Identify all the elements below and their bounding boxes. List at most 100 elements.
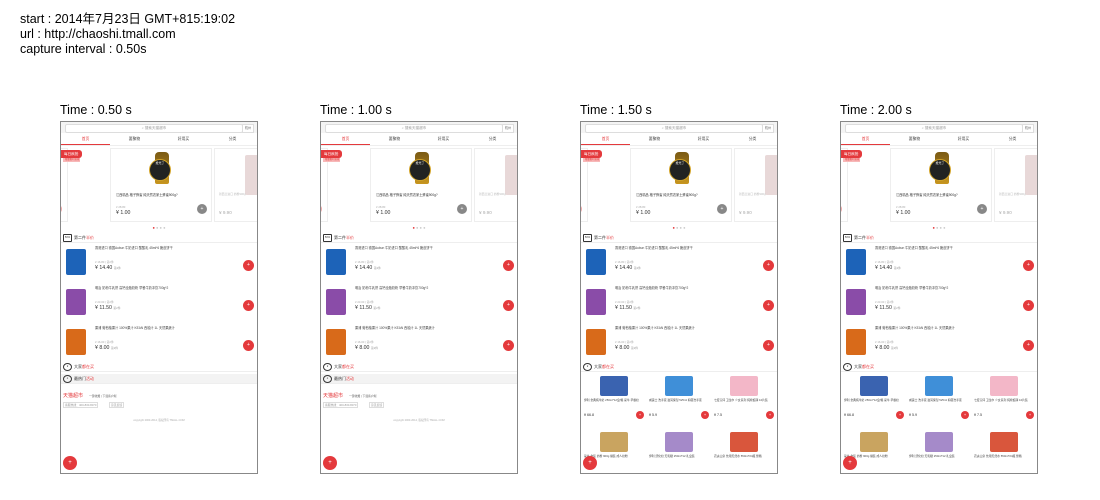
tab-item[interactable]: 好用买 — [419, 134, 468, 145]
deal-card-next[interactable]: 新西兰进口 奶粉900g ¥ 9.90 — [214, 148, 257, 222]
list-item[interactable]: 香港进口 德国Aubun 牛奶进口 酸酸乳 45ml*6 脆皮饼干 ¥ 16.8… — [841, 244, 1037, 280]
list-item[interactable]: 果浦 葡萄柚果汁 100%果汁 KEAN 西柚汁 1L 天然果蔬汁 ¥ 16.0… — [321, 324, 517, 360]
list-item[interactable]: 果浦 葡萄柚果汁 100%果汁 KEAN 西柚汁 1L 天然果蔬汁 ¥ 16.0… — [61, 324, 257, 360]
carousel-dots[interactable]: ● ● ● ● — [841, 226, 1037, 230]
cart-icon[interactable]: + — [763, 300, 774, 311]
grid-item[interactable]: 伊利 舒化奶 无乳糖 250ml*12 礼盒装 — [907, 430, 971, 473]
cart-icon[interactable]: + — [1023, 340, 1034, 351]
cart-icon[interactable]: + — [896, 411, 904, 419]
cart-icon[interactable]: + — [321, 204, 322, 214]
cart-icon[interactable]: + — [1023, 260, 1034, 271]
grid-item[interactable]: 农夫山泉 饮用天然水 550ml*24瓶 整箱 — [712, 430, 776, 473]
deal-carousel[interactable]: + 每日疯抢 限量限时疯抢 抢光了 江西精品 格子蜂蜜 纯天然农家土蜂蜜900g… — [581, 148, 777, 224]
tab-item[interactable]: 分类 — [988, 134, 1037, 145]
deal-carousel[interactable]: + 每日疯抢 限量限时疯抢 抢光了 江西精品 格子蜂蜜 纯天然农家土蜂蜜900g… — [321, 148, 517, 224]
tab-item[interactable]: 好用买 — [679, 134, 728, 145]
deal-card[interactable]: 抢光了 江西精品 格子蜂蜜 纯天然农家土蜂蜜900g? ¥ 28.80 ¥ 1.… — [370, 148, 472, 222]
list-item[interactable]: 香港进口 德国Aubun 牛奶进口 酸酸乳 45ml*6 脆皮饼干 ¥ 16.8… — [321, 244, 517, 280]
cart-icon[interactable]: + — [1023, 300, 1034, 311]
footer-links[interactable]: 一键收藏 | 下载客户端 — [89, 394, 116, 398]
grid-item[interactable]: 威露士 洗手液 滋润保湿 525ml 抑菌洗手液 ¥ 5.9 + — [647, 374, 711, 424]
footer-feedback[interactable]: 意见反馈 — [109, 402, 125, 408]
deal-card-next[interactable]: 新西兰进口 奶粉900g ¥ 9.90 — [734, 148, 777, 222]
search-input[interactable]: ⌕ 搜索天猫超市 — [65, 124, 243, 133]
location-button[interactable]: 杭州 — [242, 124, 254, 133]
footer-links[interactable]: 一键收藏 | 下载客户端 — [349, 394, 376, 398]
carousel-dots[interactable]: ● ● ● ● — [321, 226, 517, 230]
cart-icon[interactable]: + — [701, 411, 709, 419]
cart-icon[interactable]: + — [581, 204, 582, 214]
deal-card[interactable]: 抢光了 江西精品 格子蜂蜜 纯天然农家土蜂蜜900g? ¥ 28.80 ¥ 1.… — [890, 148, 992, 222]
cart-icon[interactable]: + — [243, 300, 254, 311]
location-button[interactable]: 杭州 — [1022, 124, 1034, 133]
item-name: 明治 奶粉牛乳饼 高钙全脂奶粉 早餐牛奶冲饮700g*2 — [355, 286, 429, 290]
list-item[interactable]: 果浦 葡萄柚果汁 100%果汁 KEAN 西柚汁 1L 天然果蔬汁 ¥ 16.0… — [581, 324, 777, 360]
tab-item[interactable]: 要聚物 — [110, 134, 159, 145]
footer-phone[interactable]: 客服热线：400-830-8070 — [63, 402, 99, 408]
tab-item[interactable]: 好用买 — [939, 134, 988, 145]
grid-item[interactable]: 七度空间 卫生巾 少女系列 纯棉超薄 10片装 ¥ 7.5 + — [712, 374, 776, 424]
grid-item[interactable]: 伊利 金典纯牛奶 250ml*12盒/箱 蒙牛 早餐奶 ¥ 66.8 + — [842, 374, 906, 424]
floating-cart-button[interactable]: + — [583, 456, 597, 470]
search-input[interactable]: ⌕ 搜索天猫超市 — [845, 124, 1023, 133]
deal-card-next[interactable]: 新西兰进口 奶粉900g ¥ 9.90 — [994, 148, 1037, 222]
list-item[interactable]: 香港进口 德国Aubun 牛奶进口 酸酸乳 45ml*6 脆皮饼干 ¥ 16.8… — [61, 244, 257, 280]
cart-icon[interactable]: + — [243, 260, 254, 271]
tab-item[interactable]: 分类 — [468, 134, 517, 145]
item-name: 明治 奶粉牛乳饼 高钙全脂奶粉 早餐牛奶冲饮700g*2 — [615, 286, 689, 290]
cart-icon[interactable]: + — [717, 204, 727, 214]
deal-card[interactable]: 抢光了 江西精品 格子蜂蜜 纯天然农家土蜂蜜900g? ¥ 28.80 ¥ 1.… — [110, 148, 212, 222]
tab-item[interactable]: 首页 — [841, 134, 890, 145]
cart-icon[interactable]: + — [197, 204, 207, 214]
cart-icon[interactable]: + — [503, 260, 514, 271]
grid-item[interactable]: 伊利 金典纯牛奶 250ml*12盒/箱 蒙牛 早餐奶 ¥ 66.8 + — [582, 374, 646, 424]
cart-icon[interactable]: + — [243, 340, 254, 351]
cart-icon[interactable]: + — [503, 340, 514, 351]
search-input[interactable]: ⌕ 搜索天猫超市 — [585, 124, 763, 133]
list-item[interactable]: 明治 奶粉牛乳饼 高钙全脂奶粉 早餐牛奶冲饮700g*2 ¥ 23.00 | 第… — [61, 284, 257, 320]
cart-icon[interactable]: + — [1026, 411, 1034, 419]
tab-item[interactable]: 分类 — [728, 134, 777, 145]
deal-card-next[interactable]: 新西兰进口 奶粉900g ¥ 9.90 — [474, 148, 517, 222]
list-item[interactable]: 香港进口 德国Aubun 牛奶进口 酸酸乳 45ml*6 脆皮饼干 ¥ 16.8… — [581, 244, 777, 280]
cart-icon[interactable]: + — [961, 411, 969, 419]
search-input[interactable]: ⌕ 搜索天猫超市 — [325, 124, 503, 133]
cart-icon[interactable]: + — [61, 204, 62, 214]
tab-item[interactable]: 要聚物 — [630, 134, 679, 145]
location-button[interactable]: 杭州 — [502, 124, 514, 133]
cart-icon[interactable]: + — [763, 340, 774, 351]
cart-icon[interactable]: + — [766, 411, 774, 419]
tab-item[interactable]: 首页 — [321, 134, 370, 145]
floating-cart-button[interactable]: + — [323, 456, 337, 470]
deal-carousel[interactable]: + 每日疯抢 限量限时疯抢 抢光了 江西精品 格子蜂蜜 纯天然农家土蜂蜜900g… — [61, 148, 257, 224]
cart-icon[interactable]: + — [636, 411, 644, 419]
cart-icon[interactable]: + — [503, 300, 514, 311]
grid-item[interactable]: 农夫山泉 饮用天然水 550ml*24瓶 整箱 — [972, 430, 1036, 473]
list-item[interactable]: 明治 奶粉牛乳饼 高钙全脂奶粉 早餐牛奶冲饮700g*2 ¥ 23.00 | 第… — [321, 284, 517, 320]
floating-cart-button[interactable]: + — [843, 456, 857, 470]
tab-item[interactable]: 分类 — [208, 134, 257, 145]
list-item[interactable]: 果浦 葡萄柚果汁 100%果汁 KEAN 西柚汁 1L 天然果蔬汁 ¥ 16.0… — [841, 324, 1037, 360]
footer-phone[interactable]: 客服热线：400-830-8070 — [323, 402, 359, 408]
cart-icon[interactable]: + — [841, 204, 842, 214]
list-item[interactable]: 明治 奶粉牛乳饼 高钙全脂奶粉 早餐牛奶冲饮700g*2 ¥ 23.00 | 第… — [581, 284, 777, 320]
tab-item[interactable]: 要聚物 — [370, 134, 419, 145]
grid-item[interactable]: 伊利 舒化奶 无乳糖 250ml*12 礼盒装 — [647, 430, 711, 473]
deal-carousel[interactable]: + 每日疯抢 限量限时疯抢 抢光了 江西精品 格子蜂蜜 纯天然农家土蜂蜜900g… — [841, 148, 1037, 224]
tab-item[interactable]: 好用买 — [159, 134, 208, 145]
floating-cart-button[interactable]: + — [63, 456, 77, 470]
deal-card[interactable]: 抢光了 江西精品 格子蜂蜜 纯天然农家土蜂蜜900g? ¥ 28.80 ¥ 1.… — [630, 148, 732, 222]
list-item[interactable]: 明治 奶粉牛乳饼 高钙全脂奶粉 早餐牛奶冲饮700g*2 ¥ 23.00 | 第… — [841, 284, 1037, 320]
carousel-dots[interactable]: ● ● ● ● — [581, 226, 777, 230]
tab-item[interactable]: 首页 — [581, 134, 630, 145]
cart-icon[interactable]: + — [457, 204, 467, 214]
tab-item[interactable]: 要聚物 — [890, 134, 939, 145]
cart-icon[interactable]: + — [763, 260, 774, 271]
cart-icon[interactable]: + — [977, 204, 987, 214]
grid-item[interactable]: 威露士 洗手液 滋润保湿 525ml 抑菌洗手液 ¥ 5.9 + — [907, 374, 971, 424]
footer-feedback[interactable]: 意见反馈 — [369, 402, 385, 408]
tab-item[interactable]: 首页 — [61, 134, 110, 145]
carousel-dots[interactable]: ● ● ● ● — [61, 226, 257, 230]
location-button[interactable]: 杭州 — [762, 124, 774, 133]
grid-item[interactable]: 七度空间 卫生巾 少女系列 纯棉超薄 10片装 ¥ 7.5 + — [972, 374, 1036, 424]
